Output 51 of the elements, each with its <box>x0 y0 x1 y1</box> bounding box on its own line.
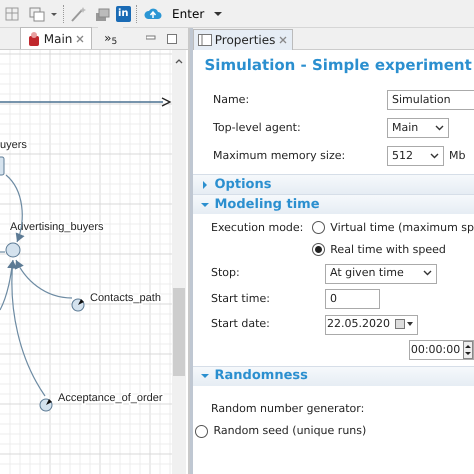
collapse-icon <box>201 372 209 380</box>
text-field[interactable]: 0 <box>325 289 380 309</box>
editor-tab[interactable]: Main <box>20 27 92 49</box>
node-label: Contacts_path <box>90 292 161 304</box>
field-label: Top-level agent: <box>213 120 302 136</box>
radio-button[interactable] <box>312 243 325 256</box>
radio-button[interactable] <box>312 221 325 234</box>
transition-line <box>0 251 5 253</box>
close-icon[interactable] <box>75 34 86 44</box>
pointer-node <box>72 298 84 312</box>
dropdown[interactable]: At given time <box>325 264 437 284</box>
field-label: Maximum memory size: <box>213 148 346 164</box>
radio-label[interactable]: Random seed (unique runs) <box>214 423 366 440</box>
dropdown-icon[interactable] <box>434 124 444 131</box>
time-field[interactable]: 00:00:00 <box>408 340 474 360</box>
dropdown[interactable]: 512 <box>387 146 444 166</box>
dropdown-icon[interactable] <box>430 152 438 159</box>
collapse-icon <box>201 200 209 208</box>
node-label: uyers <box>0 139 27 151</box>
field-label: Start time: <box>211 290 271 307</box>
branch-node <box>6 242 20 258</box>
radio-label[interactable]: Real time with speed <box>330 242 446 258</box>
panel-icon <box>198 34 212 46</box>
field-label: Name: <box>213 92 250 108</box>
spinner-icon[interactable] <box>463 341 473 359</box>
dropdown[interactable]: Main <box>387 118 449 138</box>
text-field[interactable]: Simulation <box>387 90 474 110</box>
field-label: Start date: <box>211 316 271 332</box>
field-label: Random number generator: <box>211 401 364 417</box>
date-field[interactable]: 22.05.2020 <box>325 314 418 334</box>
maximize-icon[interactable] <box>167 34 177 44</box>
window-icon[interactable] <box>28 4 46 22</box>
in-logo-button[interactable]: in <box>116 6 131 22</box>
properties-tab[interactable]: Properties <box>193 29 294 50</box>
node-label: Acceptance_of_order <box>58 392 163 404</box>
field-label: Stop: <box>211 265 241 282</box>
radio-label[interactable]: Virtual time (maximum sp <box>330 220 474 236</box>
agent-icon <box>27 30 41 46</box>
calendar-icon[interactable] <box>395 319 414 330</box>
menu-button[interactable]: Enter <box>168 4 208 22</box>
state-node <box>0 156 4 176</box>
scrollbar-thumb[interactable] <box>173 288 185 376</box>
close-icon[interactable] <box>278 35 288 45</box>
pointer-node <box>40 398 52 412</box>
field-label: Execution mode: <box>211 220 304 236</box>
panel-title: Simulation - Simple experiment <box>204 55 472 76</box>
dropdown-icon[interactable] <box>423 270 432 276</box>
radio-button[interactable] <box>195 424 208 438</box>
expand-icon <box>201 180 209 188</box>
unit-label: Mb <box>449 148 466 164</box>
scroll-up-icon[interactable] <box>176 59 182 64</box>
